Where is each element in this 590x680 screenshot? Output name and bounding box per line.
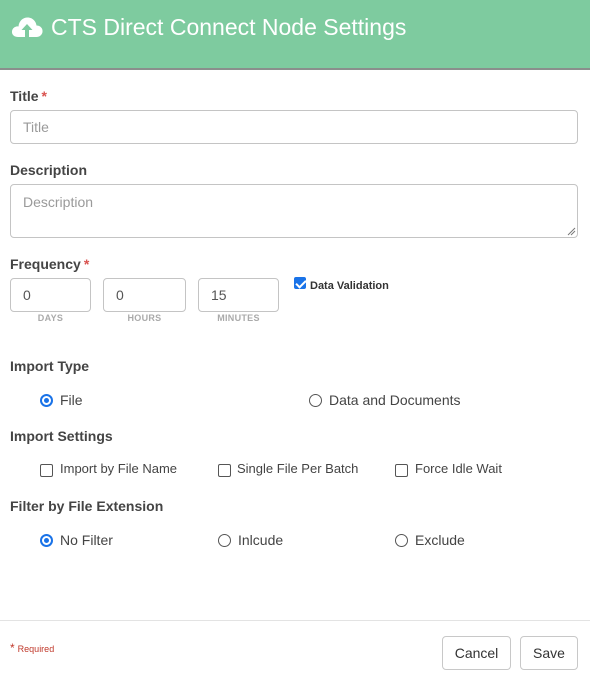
import-type-file-label[interactable]: File [60, 392, 83, 408]
force-idle-wait-label[interactable]: Force Idle Wait [415, 461, 502, 476]
import-type-file-radio[interactable] [40, 394, 53, 407]
title-label-text: Title [10, 88, 39, 104]
include-label[interactable]: Inlcude [238, 532, 283, 548]
required-mark: * [83, 256, 90, 272]
days-input[interactable] [10, 278, 91, 312]
title-input[interactable] [10, 110, 578, 144]
import-type-label: Import Type [10, 358, 90, 374]
force-idle-wait-checkbox[interactable] [395, 464, 408, 477]
import-settings-label: Import Settings [10, 428, 113, 444]
title-label: Title * [10, 88, 47, 104]
single-file-per-batch-checkbox[interactable] [218, 464, 231, 477]
cloud-upload-icon [11, 17, 43, 37]
hours-input[interactable] [103, 278, 186, 312]
footer-divider [0, 620, 590, 621]
cancel-button[interactable]: Cancel [442, 636, 511, 670]
no-filter-label[interactable]: No Filter [60, 532, 113, 548]
description-textarea[interactable] [10, 184, 578, 238]
days-label: DAYS [37, 313, 64, 323]
minutes-label: MINUTES [217, 313, 260, 323]
dialog-header: CTS Direct Connect Node Settings [0, 0, 590, 70]
required-note: * Required [10, 641, 54, 655]
filter-by-extension-label: Filter by File Extension [10, 498, 164, 514]
resize-grip-icon[interactable] [567, 227, 576, 236]
import-type-data-and-documents-label[interactable]: Data and Documents [329, 392, 461, 408]
hours-label: HOURS [127, 313, 162, 323]
minutes-input[interactable] [198, 278, 279, 312]
dialog-title: CTS Direct Connect Node Settings [51, 14, 407, 40]
save-button[interactable]: Save [520, 636, 578, 670]
data-validation-checkbox[interactable] [294, 277, 306, 289]
exclude-radio[interactable] [395, 534, 408, 547]
frequency-label: Frequency * [10, 256, 89, 272]
required-star: * [10, 641, 15, 655]
import-type-data-and-documents-radio[interactable] [309, 394, 322, 407]
single-file-per-batch-label[interactable]: Single File Per Batch [237, 461, 358, 476]
required-mark: * [41, 88, 47, 104]
frequency-label-text: Frequency [10, 256, 81, 272]
description-label: Description [10, 162, 88, 178]
import-by-file-name-label[interactable]: Import by File Name [60, 461, 177, 476]
required-note-text: Required [17, 644, 55, 654]
import-by-file-name-checkbox[interactable] [40, 464, 53, 477]
data-validation-label: Data Validation [310, 280, 389, 292]
exclude-label[interactable]: Exclude [415, 532, 465, 548]
include-radio[interactable] [218, 534, 231, 547]
no-filter-radio[interactable] [40, 534, 53, 547]
